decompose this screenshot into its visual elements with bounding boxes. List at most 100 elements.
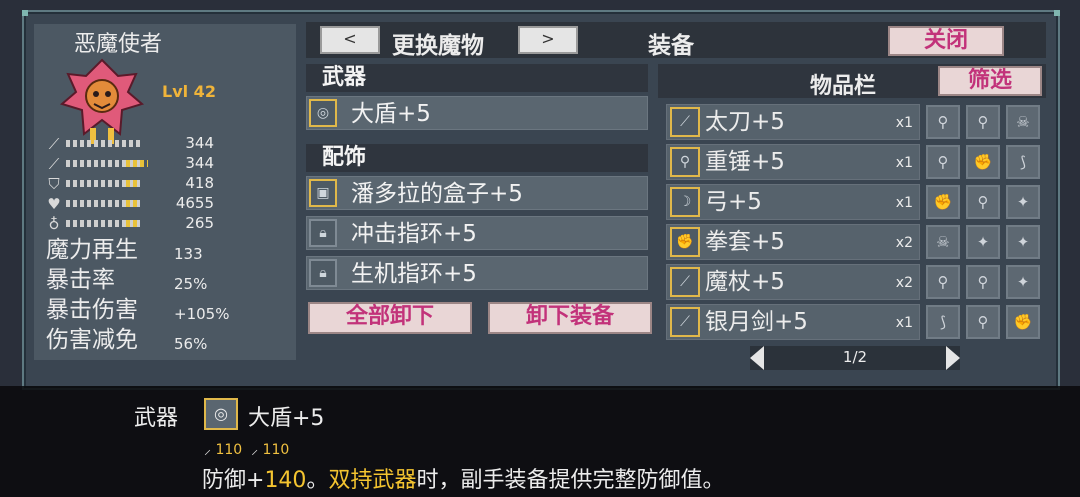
stat-bar-boost [126, 180, 140, 187]
weapon-section-header: 武器 [306, 64, 648, 92]
swap-monster-label: 更换魔物 [392, 33, 484, 59]
inventory-item-qty: x1 [895, 115, 913, 131]
big-stat-value: 25% [174, 275, 208, 293]
inventory-slot-icon[interactable]: ⚲ [966, 265, 1000, 299]
inventory-slot-icon[interactable]: ⚲ [966, 105, 1000, 139]
accessory-section-header: 配饰 [306, 144, 648, 172]
accessory-slot-3[interactable]: 🔒︎ 生机指环+5 [306, 256, 648, 290]
sword-icon: ⸝ [204, 442, 211, 458]
inventory-item-label: 弓+5 [705, 189, 762, 215]
inventory-slot-icon[interactable]: ✊ [926, 185, 960, 219]
inventory-item[interactable]: ⚲ 重锤+5 x1 [666, 144, 920, 180]
sword-icon: ⟋ [48, 135, 60, 153]
stat-bar-boost [126, 220, 140, 227]
big-stat-label: 暴击率 [46, 267, 115, 293]
lock-icon: 🔒︎ [309, 259, 337, 287]
big-stat-row: 暴击伤害 +105% [46, 296, 229, 324]
inventory-slot-icon[interactable]: ✦ [966, 225, 1000, 259]
shield-icon: ◎ [204, 398, 238, 430]
detail-attack: ⸝ 110 ⸝ 110 [204, 440, 289, 459]
stat-row: ⟋ 344 [46, 134, 276, 154]
desc-suffix: 时，副手装备提供完整防御值。 [416, 468, 725, 493]
big-stat-label: 暴击伤害 [46, 297, 138, 323]
inventory-slot-icon[interactable]: ☠ [926, 225, 960, 259]
big-stat-row: 伤害减免 56% [46, 326, 207, 354]
item-icon: ☽ [670, 187, 700, 217]
next-monster-button[interactable]: > [518, 26, 578, 54]
inventory-item-qty: x2 [895, 235, 913, 251]
inventory-pager: 1/2 [750, 346, 960, 370]
big-stat-label: 伤害减免 [46, 327, 138, 353]
inventory-item[interactable]: ☽ 弓+5 x1 [666, 184, 920, 220]
inventory-item-label: 拳套+5 [705, 229, 785, 255]
inventory-slot-icon[interactable]: ✦ [1006, 265, 1040, 299]
stat-value: 344 [185, 134, 214, 152]
desc-highlight: 双持武器 [328, 468, 417, 493]
attack-value: 110 [215, 442, 243, 458]
inventory-item-label: 太刀+5 [705, 109, 785, 135]
detail-category: 武器 [134, 406, 179, 431]
accessory-item-label: 潘多拉的盒子+5 [351, 181, 523, 207]
item-icon: ⟋ [670, 307, 700, 337]
wand-icon: ⸝ [251, 442, 259, 458]
prev-monster-button[interactable]: < [320, 26, 380, 54]
inventory-slot-icon[interactable]: ⚲ [966, 185, 1000, 219]
magic-attack-value: 110 [262, 442, 290, 458]
inventory-slot-icon[interactable]: ⚲ [926, 265, 960, 299]
inventory-slot-icon[interactable]: ✦ [1006, 185, 1040, 219]
inventory-item[interactable]: ✊ 拳套+5 x2 [666, 224, 920, 260]
inventory-item-label: 银月剑+5 [705, 309, 808, 335]
wand-icon: ⟋ [48, 155, 60, 173]
detail-item-name: 大盾+5 [248, 406, 325, 431]
inventory-item[interactable]: ⟋ 魔杖+5 x2 [666, 264, 920, 300]
filter-button[interactable]: 筛选 [938, 66, 1042, 96]
inventory-item[interactable]: ⟋ 太刀+5 x1 [666, 104, 920, 140]
inventory-item[interactable]: ⟋ 银月剑+5 x1 [666, 304, 920, 340]
unequip-button[interactable]: 卸下装备 [488, 302, 652, 334]
inventory-slot-icon[interactable]: ⟆ [926, 305, 960, 339]
stat-value: 344 [185, 154, 214, 172]
inventory-slot-icon[interactable]: ⟆ [1006, 145, 1040, 179]
frame-corner [22, 10, 28, 16]
stat-row: ⛉ 418 [46, 174, 276, 194]
stat-row: ♁ 265 [46, 214, 276, 234]
accessory-slot-1[interactable]: ▣ 潘多拉的盒子+5 [306, 176, 648, 210]
character-name: 恶魔使者 [74, 32, 163, 57]
accessory-slot-2[interactable]: 🔒︎ 冲击指环+5 [306, 216, 648, 250]
stat-value: 265 [185, 214, 214, 232]
inventory-item-label: 魔杖+5 [705, 269, 785, 295]
stat-bar-boost [126, 160, 148, 167]
inventory-slot-icon[interactable]: ✊ [1006, 305, 1040, 339]
inventory-item-qty: x1 [895, 155, 913, 171]
page-indicator: 1/2 [842, 348, 868, 366]
inventory-slot-icon[interactable]: ⚲ [926, 105, 960, 139]
inventory-slot-icon[interactable]: ✦ [1006, 225, 1040, 259]
big-stat-row: 暴击率 25% [46, 266, 207, 294]
inventory-slot-icon[interactable]: ☠ [1006, 105, 1040, 139]
inventory-item-qty: x1 [895, 315, 913, 331]
shield-icon: ⛉ [48, 175, 60, 193]
shield-icon: ◎ [309, 99, 337, 127]
stat-value: 418 [185, 174, 214, 192]
inventory-slot-icon[interactable]: ⚲ [966, 305, 1000, 339]
close-button[interactable]: 关闭 [888, 26, 1004, 56]
inventory-slot-icon[interactable]: ⚲ [926, 145, 960, 179]
accessory-item-label: 生机指环+5 [351, 261, 477, 287]
inventory-item-qty: x1 [895, 195, 913, 211]
character-level: Lvl 42 [162, 82, 216, 101]
weapon-slot[interactable]: ◎ 大盾+5 [306, 96, 648, 130]
box-icon: ▣ [309, 179, 337, 207]
big-stat-row: 魔力再生 133 [46, 236, 203, 264]
potion-icon: ♁ [48, 215, 60, 233]
big-stat-value: 133 [174, 245, 203, 263]
unequip-all-button[interactable]: 全部卸下 [308, 302, 472, 334]
detail-description: 防御+140。双持武器时，副手装备提供完整防御值。 [202, 462, 724, 494]
item-icon: ⚲ [670, 147, 700, 177]
accessory-item-label: 冲击指环+5 [351, 221, 477, 247]
next-page-arrow[interactable] [946, 346, 960, 370]
heart-icon: ♥ [47, 195, 61, 213]
stat-bar [66, 140, 142, 147]
inventory-slot-icon[interactable]: ✊ [966, 145, 1000, 179]
desc-prefix: 防御+ [202, 468, 265, 493]
big-stat-value: +105% [174, 305, 230, 323]
